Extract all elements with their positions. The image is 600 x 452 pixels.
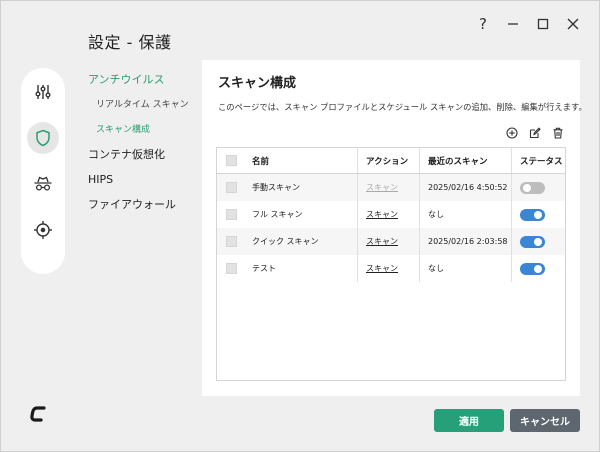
trash-icon [553,127,562,139]
rail-item-protection[interactable] [27,122,59,154]
table-row[interactable]: フル スキャン スキャン なし [217,201,565,228]
table-row[interactable]: テスト スキャン なし [217,255,565,282]
close-icon [567,18,579,30]
run-scan-link[interactable]: スキャン [366,182,398,193]
maximize-icon [537,18,549,30]
run-scan-link[interactable]: スキャン [366,236,398,247]
scan-name: フル スキャン [252,210,303,219]
row-checkbox[interactable] [226,236,237,247]
rail-item-advanced[interactable] [27,214,59,246]
cancel-button[interactable]: キャンセル [510,409,580,432]
table-toolbar [505,126,564,139]
edit-scan-button[interactable] [528,126,541,139]
shield-icon [36,129,50,147]
add-circle-icon [505,126,518,139]
maximize-button[interactable] [535,15,551,33]
last-scan-time: 2025/02/16 2:03:58 [419,228,511,255]
nav-item-antivirus[interactable]: アンチウイルス [88,71,189,96]
minimize-button[interactable] [505,15,521,33]
table-row[interactable]: クイック スキャン スキャン 2025/02/16 2:03:58 [217,228,565,255]
status-toggle[interactable] [520,181,545,194]
nav-item-hips[interactable]: HIPS [88,171,189,196]
panel-description: このページでは、スキャン プロファイルとスケジュール スキャンの追加、削除、編集… [218,102,587,112]
scan-profiles-table: 名前 アクション 最近のスキャン ステータス 手動スキャン スキャン 2025/… [216,147,566,381]
column-header-status[interactable]: ステータス [511,148,565,173]
tuning-sliders-icon [35,85,51,99]
column-header-action[interactable]: アクション [357,148,419,173]
page-title: 設定 - 保護 [88,33,172,52]
spy-hat-icon [34,176,52,191]
window-controls: ? [475,15,581,33]
table-row[interactable]: 手動スキャン スキャン 2025/02/16 4:50:52 [217,174,565,201]
settings-nav: アンチウイルス リアルタイム スキャン スキャン構成 コンテナ仮想化 HIPS … [88,71,189,221]
scan-name: テスト [252,264,276,273]
run-scan-link[interactable]: スキャン [366,209,398,220]
rail-item-general[interactable] [27,76,59,108]
row-checkbox[interactable] [226,209,237,220]
category-icon-rail [21,68,65,274]
panel-title: スキャン構成 [218,76,297,91]
nav-item-firewall[interactable]: ファイアウォール [88,196,189,221]
row-checkbox[interactable] [226,182,237,193]
minimize-icon [508,23,518,25]
status-toggle[interactable] [520,208,545,221]
status-toggle[interactable] [520,262,545,275]
last-scan-time: 2025/02/16 4:50:52 [419,174,511,201]
column-header-name[interactable]: 名前 [246,148,357,173]
last-scan-time: なし [419,255,511,282]
run-scan-link[interactable]: スキャン [366,263,398,274]
comodo-logo-icon [30,406,46,422]
select-all-checkbox[interactable] [226,155,237,166]
nav-item-scan-config[interactable]: スキャン構成 [88,121,189,146]
scan-name: クイック スキャン [252,237,319,246]
app-logo [29,404,49,428]
add-scan-button[interactable] [505,126,518,139]
rail-item-privacy[interactable] [27,168,59,200]
scan-config-panel: スキャン構成 このページでは、スキャン プロファイルとスケジュール スキャンの追… [202,60,587,396]
edit-icon [529,126,541,138]
help-button[interactable]: ? [475,15,491,33]
status-toggle[interactable] [520,235,545,248]
settings-window: 設定 - 保護 ? アンチウイルス リアルタイム スキャン スキャン構成 コンテ… [0,0,600,452]
close-button[interactable] [565,15,581,33]
apply-button[interactable]: 適用 [434,409,504,432]
nav-item-container[interactable]: コンテナ仮想化 [88,146,189,171]
crosshair-virus-icon [34,221,52,239]
nav-item-realtime-scan[interactable]: リアルタイム スキャン [88,96,189,121]
last-scan-time: なし [419,201,511,228]
row-checkbox[interactable] [226,263,237,274]
delete-scan-button[interactable] [551,126,564,139]
table-header: 名前 アクション 最近のスキャン ステータス [217,148,565,174]
column-header-last-scan[interactable]: 最近のスキャン [419,148,511,173]
scan-name: 手動スキャン [252,183,300,192]
